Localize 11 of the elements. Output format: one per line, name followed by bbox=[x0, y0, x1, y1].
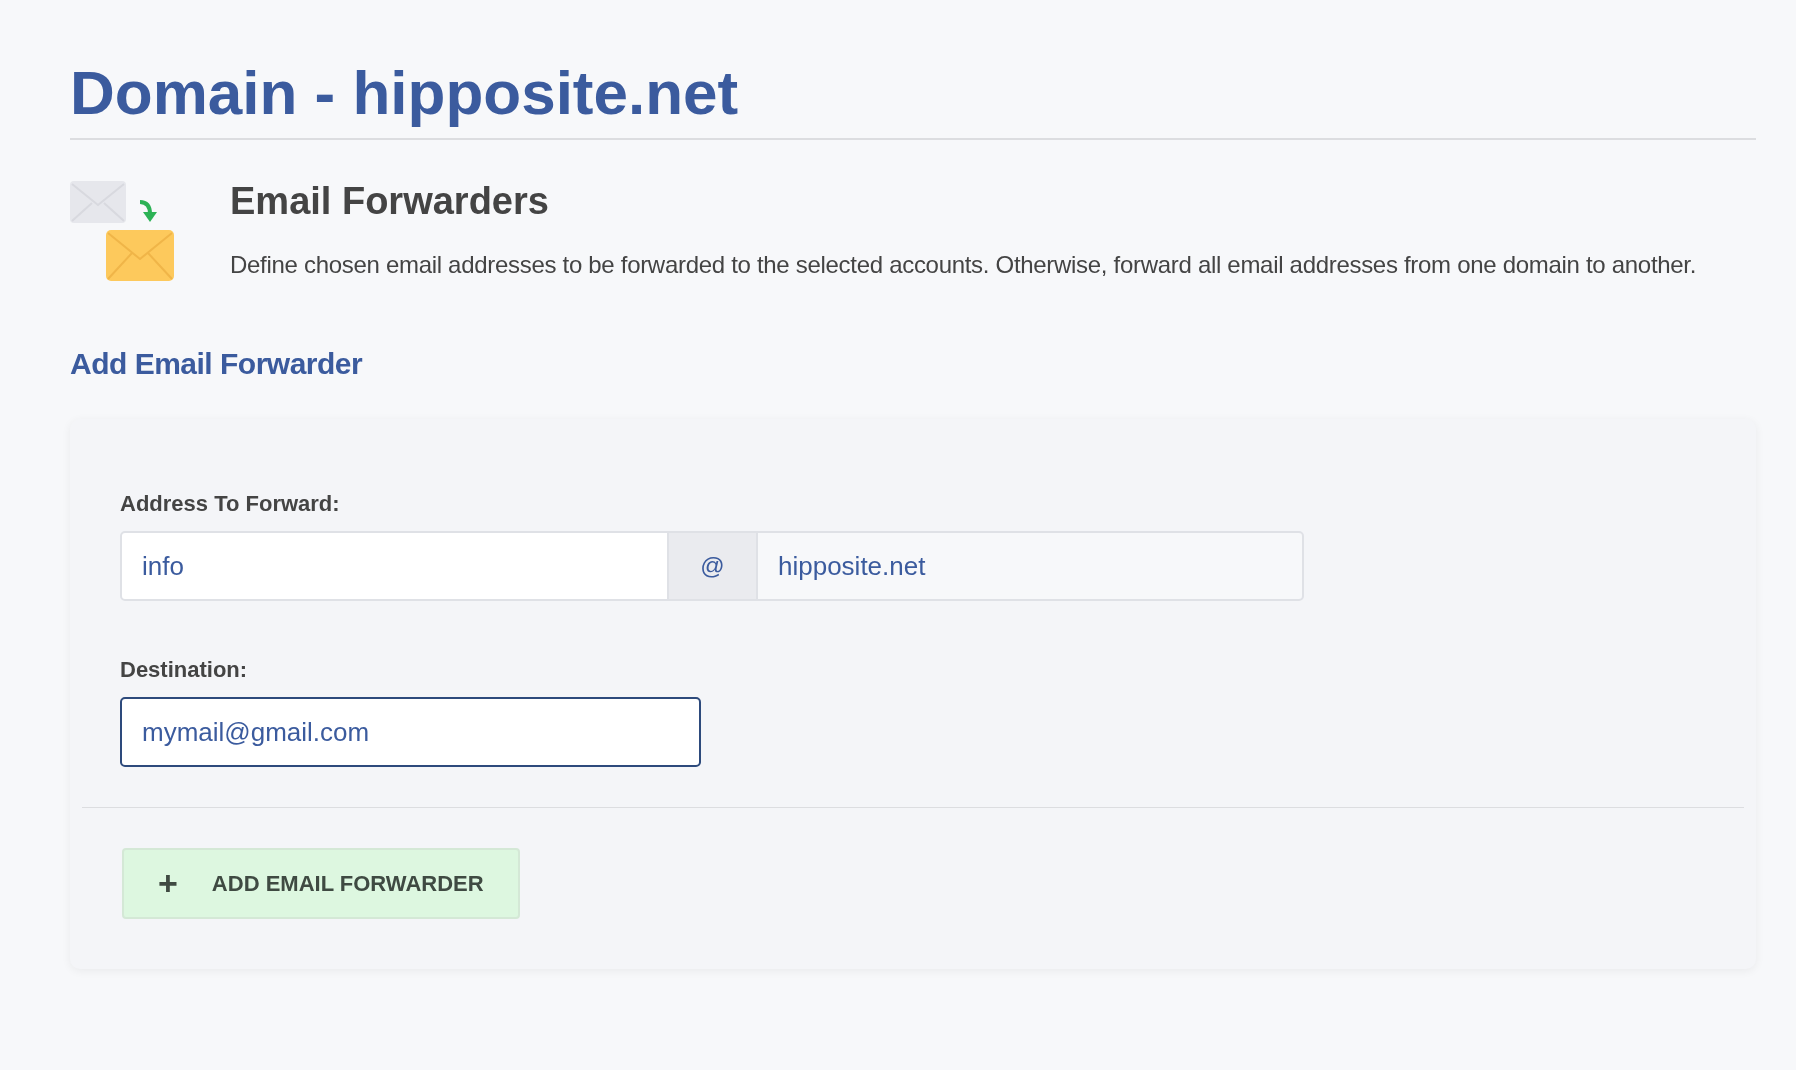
field-label: Destination: bbox=[120, 657, 249, 684]
domain-input[interactable]: hipposite.net bbox=[756, 531, 1304, 602]
destination-input[interactable]: mymail@gmail.com bbox=[120, 697, 701, 768]
form-title: Add Email Forwarder bbox=[70, 347, 364, 382]
at-sign-addon: @ bbox=[669, 531, 756, 602]
address-input[interactable]: info bbox=[120, 531, 669, 602]
add-forwarder-button[interactable]: + ADD EMAIL FORWARDER bbox=[122, 848, 520, 920]
section-heading: Email Forwarders bbox=[230, 181, 550, 224]
page-title: Domain - hipposite.net bbox=[70, 56, 1756, 141]
field-label: Address To Forward: bbox=[120, 491, 341, 518]
description-text: Define chosen email addresses to be forwarded to the selected accounts. Otherwise, forward all email addresses from one domain to another. bbox=[230, 250, 1698, 281]
